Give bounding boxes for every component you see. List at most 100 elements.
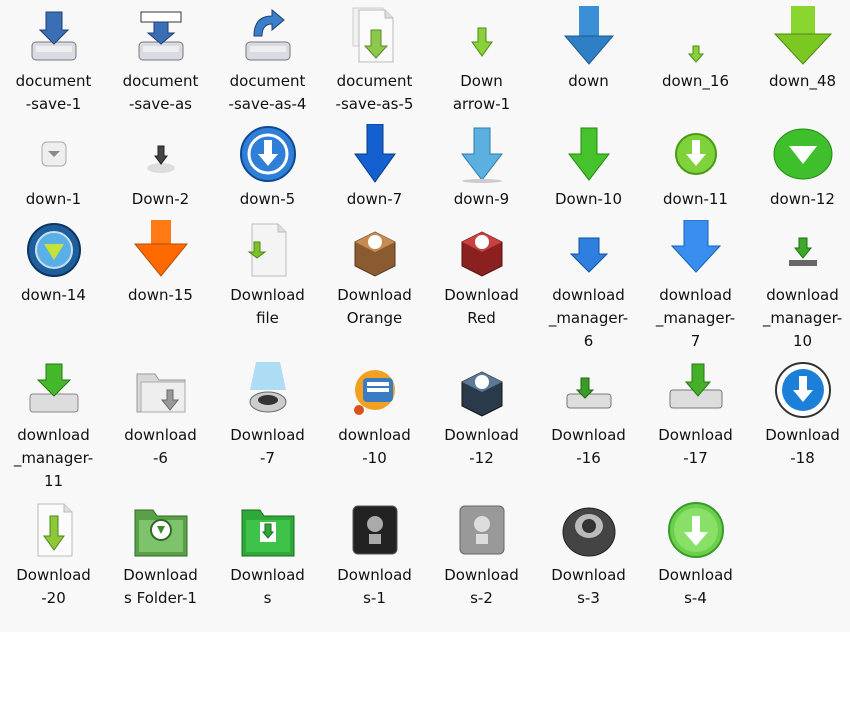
- file-item-label: Download -18: [765, 426, 840, 467]
- download-7-icon: [238, 360, 298, 420]
- file-item[interactable]: down-11: [642, 124, 749, 211]
- file-item-label: down-14: [21, 286, 86, 304]
- file-item[interactable]: down-15: [107, 220, 214, 307]
- down-15-icon: [131, 220, 191, 280]
- down-14-icon: [24, 220, 84, 280]
- file-item-label: down-7: [346, 190, 403, 208]
- file-item-label: Download s-4: [658, 566, 733, 607]
- down-10-icon: [559, 124, 619, 184]
- file-item-label: document -save-1: [15, 72, 92, 113]
- file-item[interactable]: Download -12: [428, 360, 535, 470]
- file-item[interactable]: download _manager- 7: [642, 220, 749, 353]
- down-1-icon: [24, 124, 84, 184]
- file-item[interactable]: down-1: [0, 124, 107, 211]
- file-item[interactable]: Download -20: [0, 500, 107, 610]
- download-manager-6-icon: [559, 220, 619, 280]
- document-save-as-5-icon: [345, 6, 405, 66]
- document-save-icon: [24, 6, 84, 66]
- download-file-icon: [238, 220, 298, 280]
- downloads-icon: [238, 500, 298, 560]
- file-item-label: Download s: [230, 566, 305, 607]
- file-item-label: Download s-1: [337, 566, 412, 607]
- down-7-icon: [345, 124, 405, 184]
- file-item[interactable]: document -save-as-5: [321, 6, 428, 116]
- file-item-label: down: [568, 72, 609, 90]
- file-item[interactable]: down-7: [321, 124, 428, 211]
- file-item[interactable]: Download -18: [749, 360, 850, 470]
- file-item[interactable]: Download s: [214, 500, 321, 610]
- downloads-1-icon: [345, 500, 405, 560]
- file-item[interactable]: Download file: [214, 220, 321, 330]
- file-item-label: Down-10: [554, 190, 622, 208]
- file-item[interactable]: Download Red: [428, 220, 535, 330]
- down-9-icon: [452, 124, 512, 184]
- file-item[interactable]: down-9: [428, 124, 535, 211]
- file-item[interactable]: Down arrow-1: [428, 6, 535, 116]
- file-item-label: down_48: [768, 72, 837, 90]
- file-item-label: Download -16: [551, 426, 626, 467]
- file-item-label: down-5: [239, 190, 296, 208]
- file-item-label: Download s-3: [551, 566, 626, 607]
- file-item[interactable]: document -save-as: [107, 6, 214, 116]
- downloads-4-icon: [666, 500, 726, 560]
- file-item[interactable]: download -6: [107, 360, 214, 470]
- downloads-3-icon: [559, 500, 619, 560]
- file-item[interactable]: down-14: [0, 220, 107, 307]
- file-item[interactable]: down_48: [749, 6, 850, 93]
- file-item[interactable]: Download s-2: [428, 500, 535, 610]
- download-16-icon: [559, 360, 619, 420]
- file-item-label: Download s Folder-1: [123, 566, 198, 607]
- file-item[interactable]: Download s Folder-1: [107, 500, 214, 610]
- file-item[interactable]: down-12: [749, 124, 850, 211]
- file-item-label: download -10: [338, 426, 411, 467]
- file-item-label: download _manager- 6: [548, 286, 629, 350]
- file-item-label: document -save-as-4: [228, 72, 307, 113]
- download-20-icon: [24, 500, 84, 560]
- down-2-icon: [131, 124, 191, 184]
- file-item[interactable]: document -save-as-4: [214, 6, 321, 116]
- file-item[interactable]: download -10: [321, 360, 428, 470]
- file-item[interactable]: Download -17: [642, 360, 749, 470]
- file-item-label: Download s-2: [444, 566, 519, 607]
- document-save-as-icon: [131, 6, 191, 66]
- file-item[interactable]: Download Orange: [321, 220, 428, 330]
- down-arrow-1-icon: [452, 6, 512, 66]
- downloads-2-icon: [452, 500, 512, 560]
- file-item[interactable]: download _manager- 6: [535, 220, 642, 353]
- file-item-label: down-11: [663, 190, 728, 208]
- down-16-icon: [666, 6, 726, 66]
- file-item[interactable]: Download s-1: [321, 500, 428, 610]
- file-item-label: down-1: [25, 190, 82, 208]
- download-manager-7-icon: [666, 220, 726, 280]
- file-item-label: Down arrow-1: [452, 72, 511, 113]
- file-item[interactable]: Download -7: [214, 360, 321, 470]
- file-item[interactable]: Download s-4: [642, 500, 749, 610]
- file-item-label: down-15: [128, 286, 193, 304]
- file-item[interactable]: download _manager- 11: [0, 360, 107, 493]
- file-item-label: Download -12: [444, 426, 519, 467]
- file-item[interactable]: Down-10: [535, 124, 642, 211]
- file-item[interactable]: Download -16: [535, 360, 642, 470]
- file-item-label: Download Red: [444, 286, 519, 327]
- file-item-label: Download -7: [230, 426, 305, 467]
- down-48-icon: [773, 6, 833, 66]
- download-17-icon: [666, 360, 726, 420]
- file-item[interactable]: Download s-3: [535, 500, 642, 610]
- download-18-icon: [773, 360, 833, 420]
- file-item-label: down-9: [453, 190, 510, 208]
- file-item-label: download _manager- 7: [655, 286, 736, 350]
- file-item[interactable]: download _manager- 10: [749, 220, 850, 353]
- file-item-label: download _manager- 11: [13, 426, 94, 490]
- file-view-pane: document -save-1 document -save-as documen…: [0, 0, 850, 632]
- file-item[interactable]: down: [535, 6, 642, 93]
- download-red-icon: [452, 220, 512, 280]
- file-item[interactable]: down_16: [642, 6, 749, 93]
- file-item-label: document -save-as-5: [335, 72, 414, 113]
- file-item-label: Down-2: [131, 190, 190, 208]
- download-6-icon: [131, 360, 191, 420]
- file-item-label: Download Orange: [337, 286, 412, 327]
- file-item[interactable]: document -save-1: [0, 6, 107, 116]
- file-item[interactable]: Down-2: [107, 124, 214, 211]
- file-item[interactable]: down-5: [214, 124, 321, 211]
- download-orange-icon: [345, 220, 405, 280]
